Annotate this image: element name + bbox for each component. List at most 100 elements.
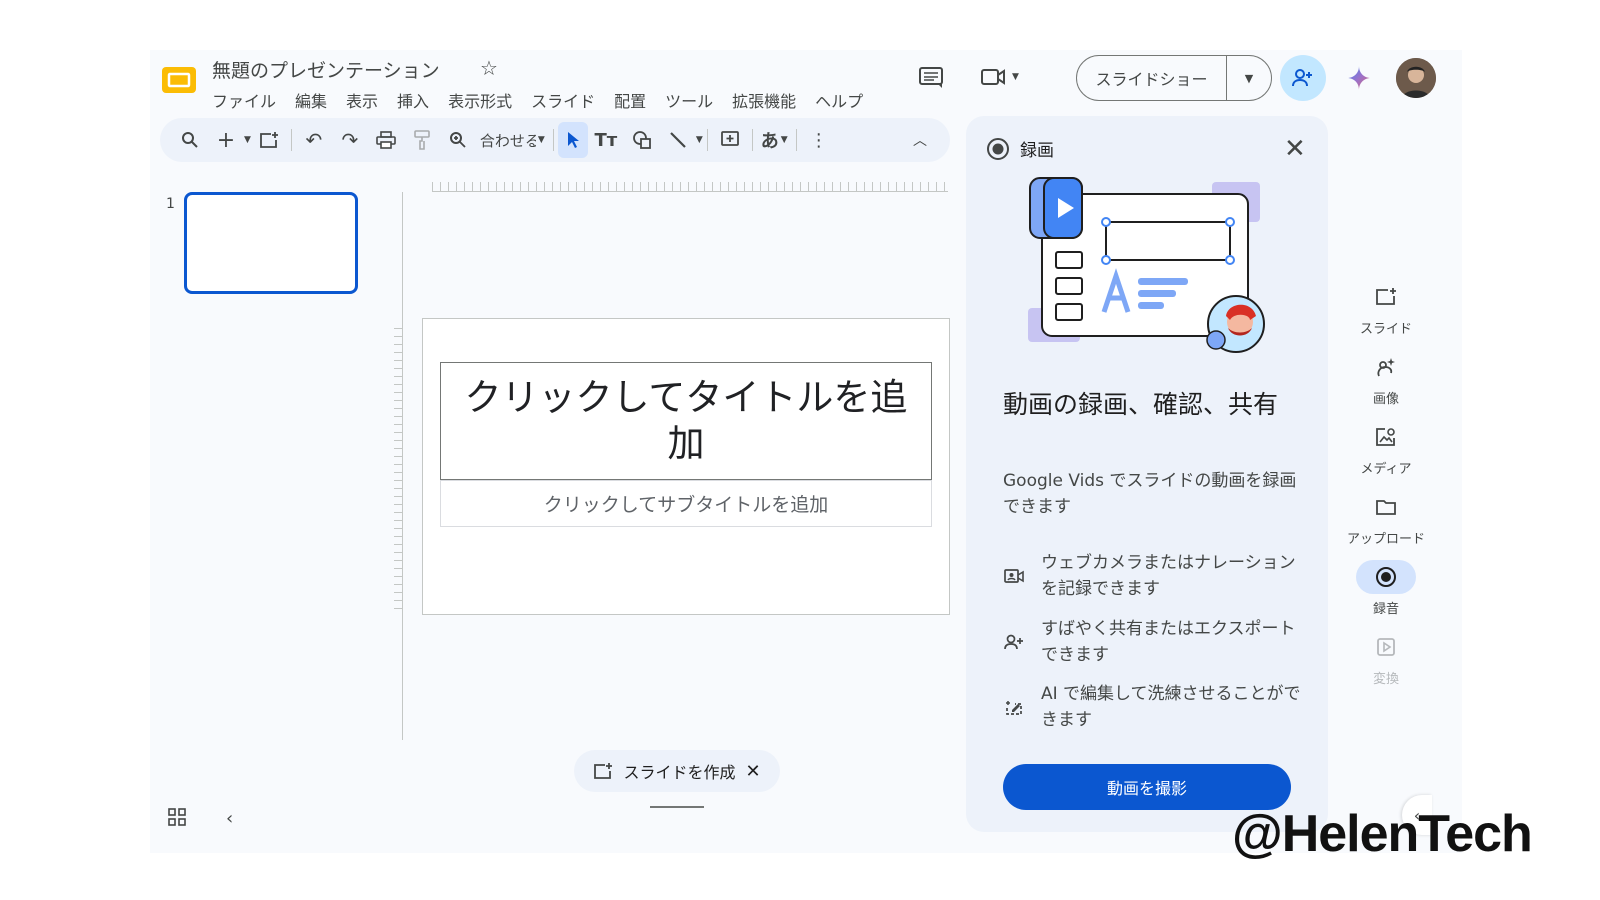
menu-bar: ファイル 編集 表示 挿入 表示形式 スライド 配置 ツール 拡張機能 ヘルプ [212, 88, 863, 112]
print-icon[interactable] [368, 122, 404, 158]
side-item-label: メディア [1360, 462, 1412, 477]
toolbar-divider [706, 129, 708, 151]
close-icon[interactable]: ✕ [1284, 134, 1306, 164]
undo-icon[interactable]: ↶ [296, 122, 332, 158]
menu-insert[interactable]: 挿入 [397, 88, 429, 112]
recording-illustration [1028, 177, 1265, 353]
chevron-left-icon[interactable]: ‹ [226, 808, 233, 829]
share-person-icon [1003, 633, 1025, 651]
user-photo-icon [1396, 58, 1436, 98]
slide-number: 1 [166, 196, 175, 212]
horizontal-ruler[interactable] [432, 182, 948, 192]
feature-text: すばやく共有またはエクスポートできます [1041, 619, 1296, 665]
side-item-label: 画像 [1372, 392, 1399, 407]
ai-edit-icon [1003, 698, 1025, 716]
avatar[interactable] [1396, 58, 1436, 98]
slideshow-button[interactable]: スライドショー ▼ [1076, 55, 1272, 101]
add-slide-icon [1356, 280, 1416, 314]
new-slide-plus-icon[interactable]: + [208, 122, 244, 158]
feature-item: ウェブカメラまたはナレーションを記録できます [1003, 550, 1303, 602]
panel-description: Google Vids でスライドの動画を録画できます [1003, 471, 1297, 517]
chevron-up-icon[interactable]: ︿ [902, 122, 938, 158]
toolbar-divider [751, 129, 753, 151]
zoom-select[interactable]: 合わせる ▼ [476, 130, 549, 151]
toolbar-divider [290, 129, 292, 151]
chevron-down-icon: ▼ [780, 135, 788, 145]
grid-view-icon[interactable] [168, 808, 186, 826]
insert-comment-icon[interactable] [712, 122, 748, 158]
panel-title: 録画 [1020, 141, 1054, 161]
vertical-ruler[interactable] [394, 328, 402, 610]
slide-thumbnail[interactable] [184, 192, 358, 294]
chevron-down-icon[interactable]: ▼ [1227, 72, 1271, 85]
subtitle-placeholder[interactable]: クリックしてサブタイトルを追加 [440, 480, 932, 527]
gemini-spark-icon[interactable] [1346, 65, 1372, 91]
add-person-icon [1292, 69, 1312, 87]
slides-app: 無題のプレゼンテーション ☆ ファイル 編集 表示 挿入 表示形式 スライド 配… [150, 50, 1462, 853]
more-vert-icon[interactable]: ⋮ [801, 122, 837, 158]
create-slide-icon [594, 763, 613, 779]
vertical-ruler-line [402, 192, 403, 740]
paint-format-icon[interactable] [404, 122, 440, 158]
slide-canvas[interactable]: クリックしてタイトルを追加 クリックしてサブタイトルを追加 [422, 318, 950, 615]
toolbar-divider [795, 129, 797, 151]
line-icon[interactable] [660, 122, 696, 158]
convert-icon [1356, 630, 1416, 664]
toolbar-divider [552, 129, 554, 151]
comments-icon[interactable] [918, 66, 944, 90]
menu-edit[interactable]: 編集 [295, 88, 327, 112]
toolbar: + ▼ ↶ ↷ 合わせる ▼ Tт ▼ あ ▼ ⋮ ︿ [160, 118, 950, 162]
side-item-label: 変換 [1372, 672, 1399, 687]
video-call-icon [981, 69, 1005, 85]
recording-panel: 録画 ✕ 動画の録画、確認、共有 Google Vids でスライドの動画を録画… [966, 116, 1328, 832]
folder-icon [1356, 490, 1416, 524]
menu-arrange[interactable]: 配置 [614, 88, 646, 112]
search-menus-icon[interactable] [172, 122, 208, 158]
shape-icon[interactable] [624, 122, 660, 158]
side-item-upload[interactable]: アップロード [1336, 490, 1436, 547]
close-icon[interactable]: ✕ [745, 761, 760, 782]
side-item-convert: 変換 [1336, 630, 1436, 687]
side-item-images[interactable]: 画像 [1336, 350, 1436, 407]
side-item-media[interactable]: メディア [1336, 420, 1436, 477]
redo-icon[interactable]: ↷ [332, 122, 368, 158]
webcam-icon [1003, 567, 1025, 585]
chevron-down-icon[interactable]: ▼ [696, 135, 703, 145]
text-box-icon[interactable]: Tт [588, 122, 624, 158]
speaker-notes-handle[interactable] [650, 806, 704, 808]
menu-help[interactable]: ヘルプ [815, 88, 863, 112]
panel-header: 録画 [986, 136, 1054, 161]
menu-extensions[interactable]: 拡張機能 [732, 88, 796, 112]
zoom-label: 合わせる [479, 131, 536, 150]
side-item-slides[interactable]: スライド [1336, 280, 1436, 337]
menu-format[interactable]: 表示形式 [448, 88, 512, 112]
menu-tools[interactable]: ツール [665, 88, 713, 112]
create-slide-label: スライドを作成 [623, 763, 736, 782]
new-slide-layout-icon[interactable] [251, 122, 287, 158]
title-placeholder[interactable]: クリックしてタイトルを追加 [440, 362, 932, 480]
slides-logo-icon[interactable] [160, 63, 198, 97]
feature-item: すばやく共有またはエクスポートできます [1003, 616, 1303, 668]
record-icon [987, 137, 1009, 160]
chevron-down-icon[interactable]: ▼ [244, 135, 251, 145]
feature-text: ウェブカメラまたはナレーションを記録できます [1041, 553, 1296, 599]
zoom-icon[interactable] [440, 122, 476, 158]
input-tools-select[interactable]: あ ▼ [757, 127, 792, 153]
chevron-down-icon: ▼ [1012, 72, 1019, 82]
media-icon [1356, 420, 1416, 454]
meet-button[interactable]: ▼ [980, 66, 1019, 88]
feature-text: AI で編集して洗練させることができます [1041, 684, 1301, 730]
side-item-record[interactable]: 録音 [1336, 560, 1436, 617]
menu-file[interactable]: ファイル [212, 88, 276, 112]
side-item-label: 録音 [1372, 602, 1399, 617]
create-slide-chip[interactable]: スライドを作成 ✕ [574, 750, 780, 792]
share-button[interactable] [1280, 55, 1326, 101]
select-cursor-icon[interactable] [557, 122, 588, 158]
menu-view[interactable]: 表示 [346, 88, 378, 112]
feature-item: AI で編集して洗練させることができます [1003, 681, 1303, 733]
document-title[interactable]: 無題のプレゼンテーション [212, 56, 440, 83]
slideshow-label[interactable]: スライドショー [1077, 56, 1227, 100]
menu-slide[interactable]: スライド [531, 88, 595, 112]
side-item-label: スライド [1359, 322, 1412, 337]
star-icon[interactable]: ☆ [480, 56, 498, 80]
